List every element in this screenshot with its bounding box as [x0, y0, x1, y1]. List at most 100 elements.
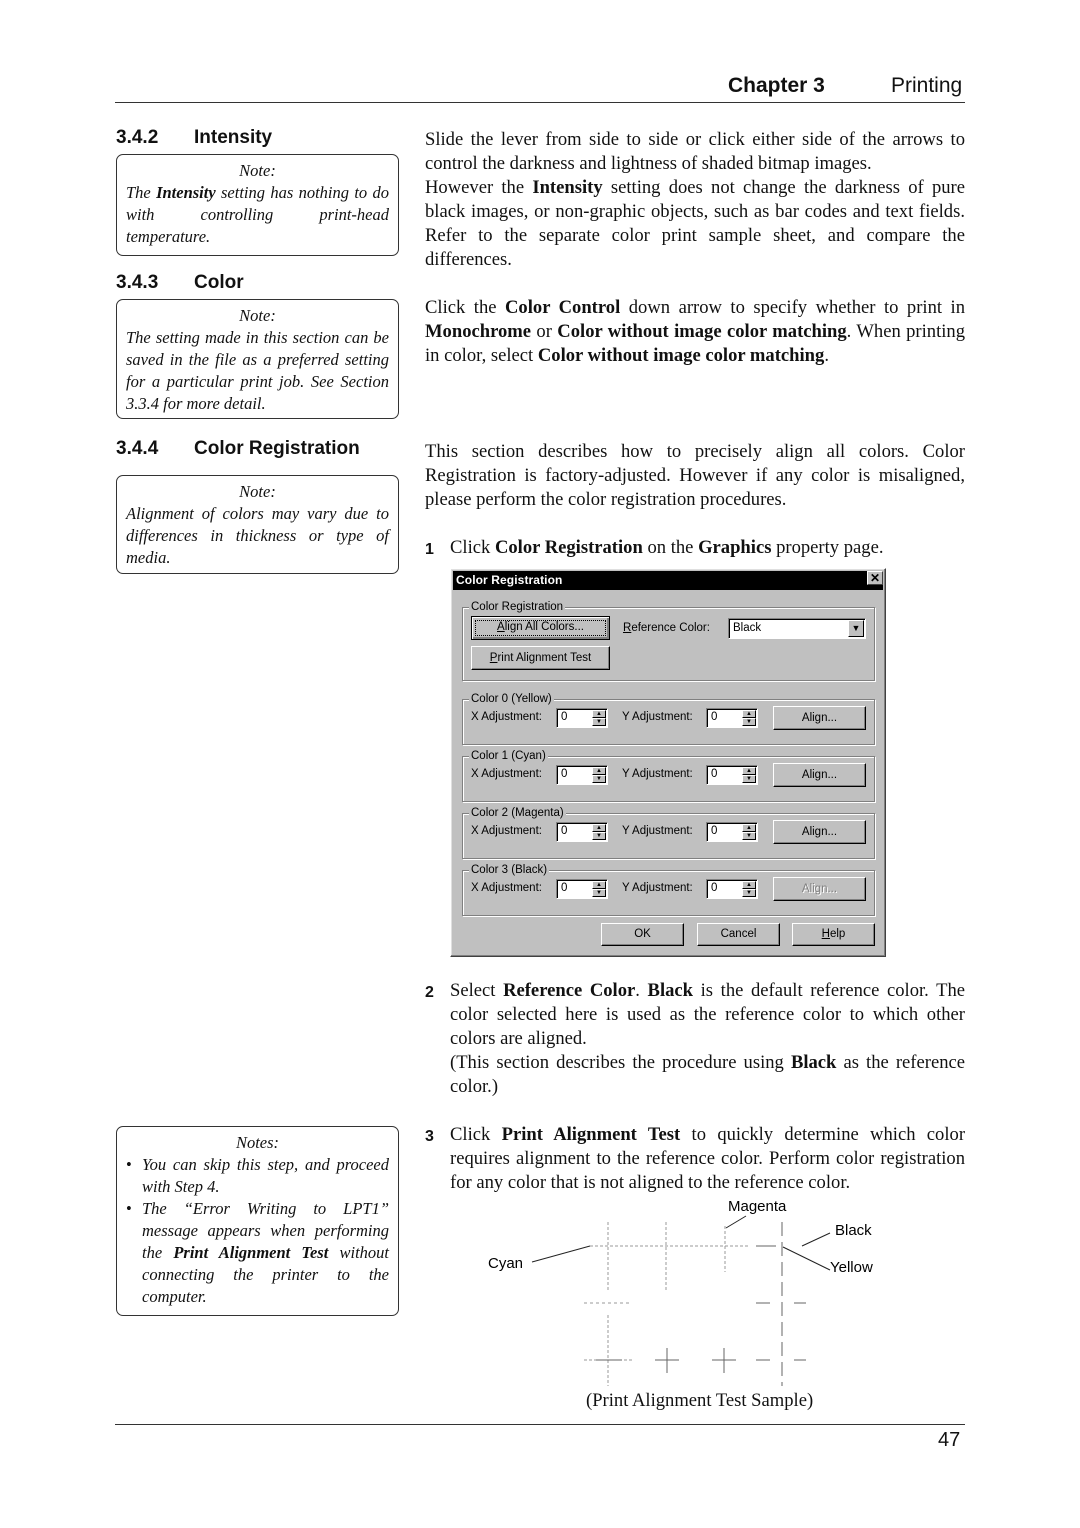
text-bold: Reference Color	[503, 980, 636, 1001]
spin-up-icon[interactable]: ▲	[742, 881, 756, 889]
y-adjustment-spinner[interactable]: 0 ▲ ▼	[706, 708, 758, 728]
text-bold: Color without image color matching	[537, 345, 825, 366]
text: .	[635, 980, 648, 1001]
spin-down-icon[interactable]: ▼	[742, 832, 756, 840]
ok-button[interactable]: OK	[601, 923, 684, 946]
spin-up-icon[interactable]: ▲	[592, 881, 606, 889]
spin-up-icon[interactable]: ▲	[592, 710, 606, 718]
notes-list: You can skip this step, and proceed with…	[126, 1154, 389, 1308]
header-divider	[115, 102, 965, 103]
x-adjustment-label: X Adjustment:	[471, 711, 542, 723]
chevron-down-icon[interactable]: ▼	[848, 620, 864, 637]
text-bold: Color Control	[505, 297, 621, 318]
x-adjustment-spinner[interactable]: 0 ▲ ▼	[556, 879, 608, 899]
y-adjustment-spinner[interactable]: 0 ▲ ▼	[706, 765, 758, 785]
align-button-color-3: Align...	[773, 877, 866, 901]
spin-down-icon[interactable]: ▼	[742, 718, 756, 726]
text-bold: Print Alignment Test	[501, 1124, 681, 1145]
spin-up-icon[interactable]: ▲	[742, 824, 756, 832]
spin-down-icon[interactable]: ▼	[742, 775, 756, 783]
step-text: Click Color Registration on the Graphics…	[450, 536, 965, 560]
x-adjustment-value[interactable]: 0	[561, 882, 567, 894]
y-adjustment-spinner[interactable]: 0 ▲ ▼	[706, 822, 758, 842]
leader-cyan	[531, 1245, 591, 1263]
text-bold: Graphics	[698, 537, 772, 558]
align-button-color-2[interactable]: Align...	[773, 820, 866, 844]
reference-color-select[interactable]: Black ▼	[728, 618, 866, 639]
note-item: The “Error Writing to LPT1” message appe…	[126, 1198, 389, 1308]
page-number: 47	[938, 1429, 961, 1451]
y-adjustment-spinner[interactable]: 0 ▲ ▼	[706, 879, 758, 899]
note-box-print-test: Notes: You can skip this step, and proce…	[116, 1126, 399, 1316]
text: .	[824, 345, 829, 366]
label-black: Black	[835, 1222, 872, 1239]
spin-down-icon[interactable]: ▼	[592, 775, 606, 783]
x-adjustment-value[interactable]: 0	[561, 825, 567, 837]
section-title: Color	[194, 272, 244, 293]
section-number: 3.4.2	[116, 127, 159, 148]
text: Select	[450, 980, 504, 1001]
x-adjustment-value[interactable]: 0	[561, 711, 567, 723]
help-button[interactable]: Help	[792, 923, 875, 946]
y-adjustment-value[interactable]: 0	[711, 825, 717, 837]
button-label: rint Alignment Test	[497, 652, 592, 664]
button-label: Align...	[801, 712, 838, 724]
button-label: Cancel	[720, 928, 757, 940]
align-button-color-0[interactable]: Align...	[773, 706, 866, 730]
button-label: Align...	[801, 883, 838, 895]
note-text: Alignment of colors may vary due to diff…	[126, 504, 389, 567]
x-adjustment-value[interactable]: 0	[561, 768, 567, 780]
chapter-label: Chapter 3	[728, 74, 825, 97]
spin-down-icon[interactable]: ▼	[742, 889, 756, 897]
note-text: The setting made in this section can be …	[126, 328, 389, 413]
close-icon[interactable]: ✕	[867, 571, 883, 585]
note-box-color: Note: The setting made in this section c…	[116, 299, 399, 419]
step-1: 1 Click Color Registration on the Graphi…	[425, 536, 965, 560]
y-adjustment-label: Y Adjustment:	[622, 825, 693, 837]
x-adjustment-spinner[interactable]: 0 ▲ ▼	[556, 765, 608, 785]
footer-divider	[115, 1424, 965, 1425]
text: (This section describes the procedure us…	[450, 1052, 791, 1073]
text-bold: Black	[647, 980, 694, 1001]
note-title: Note:	[239, 482, 276, 501]
y-adjustment-value[interactable]: 0	[711, 711, 717, 723]
x-adjustment-spinner[interactable]: 0 ▲ ▼	[556, 708, 608, 728]
text-bold: Intensity	[532, 177, 603, 198]
align-button-color-1[interactable]: Align...	[773, 763, 866, 787]
cancel-button[interactable]: Cancel	[697, 923, 780, 946]
x-adjustment-spinner[interactable]: 0 ▲ ▼	[556, 822, 608, 842]
sample-caption: (Print Alignment Test Sample)	[586, 1390, 814, 1411]
print-alignment-test-button[interactable]: Print Alignment Test	[471, 646, 610, 670]
dialog-title: Color Registration	[456, 573, 563, 587]
leader-magenta	[725, 1215, 747, 1229]
text-bold: Color Registration	[494, 537, 643, 558]
dialog-title-bar[interactable]: Color Registration	[453, 571, 883, 590]
spin-down-icon[interactable]: ▼	[592, 718, 606, 726]
text: However the	[425, 177, 533, 198]
spin-up-icon[interactable]: ▲	[742, 767, 756, 775]
text: Click	[450, 1124, 502, 1145]
align-all-colors-button[interactable]: Align All Colors...	[471, 616, 610, 640]
step-number: 3	[425, 1128, 434, 1145]
button-label: Align...	[801, 826, 838, 838]
text-bold: Color without image color matching	[557, 321, 847, 342]
step-text: Click Print Alignment Test to quickly de…	[450, 1123, 965, 1195]
spin-down-icon[interactable]: ▼	[592, 832, 606, 840]
spin-up-icon[interactable]: ▲	[592, 824, 606, 832]
selected-value: Black	[733, 622, 762, 634]
group-label: Color 2 (Magenta)	[469, 806, 566, 820]
spin-up-icon[interactable]: ▲	[592, 767, 606, 775]
intensity-paragraph: Slide the lever from side to side or cli…	[425, 128, 965, 272]
y-adjustment-label: Y Adjustment:	[622, 768, 693, 780]
label-yellow: Yellow	[830, 1259, 873, 1276]
group-label: Color Registration	[469, 600, 566, 614]
spin-up-icon[interactable]: ▲	[742, 710, 756, 718]
note-item: You can skip this step, and proceed with…	[126, 1154, 389, 1198]
step-number: 1	[425, 541, 434, 558]
spin-down-icon[interactable]: ▼	[592, 889, 606, 897]
y-adjustment-value[interactable]: 0	[711, 768, 717, 780]
y-adjustment-value[interactable]: 0	[711, 882, 717, 894]
y-adjustment-label: Y Adjustment:	[622, 711, 693, 723]
x-adjustment-label: X Adjustment:	[471, 825, 542, 837]
section-heading-color: 3.4.3 Color	[116, 272, 244, 294]
